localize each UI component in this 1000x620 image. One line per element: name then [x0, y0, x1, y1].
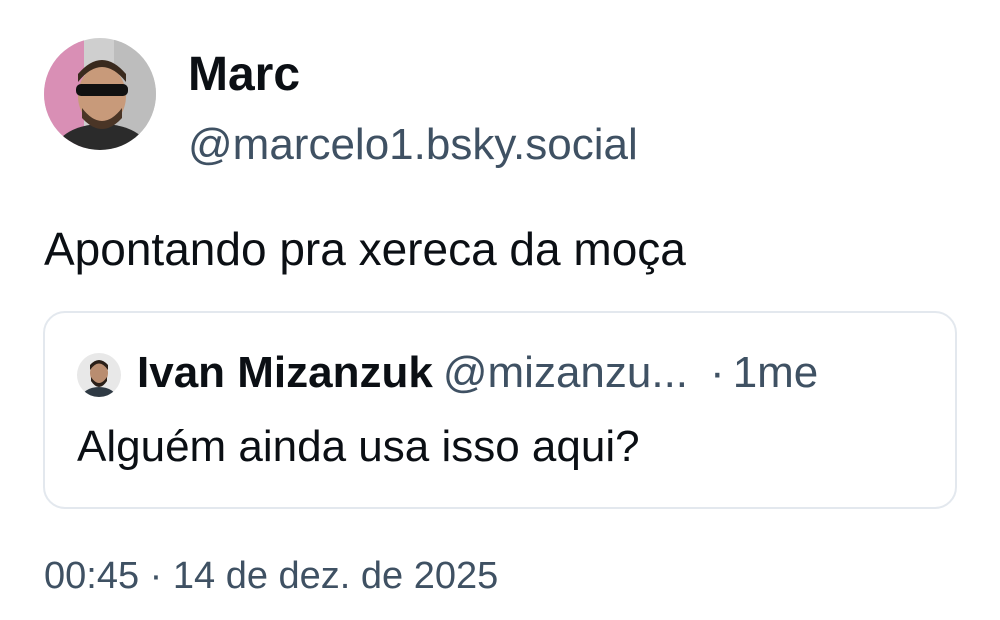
author-display-name[interactable]: Marc — [188, 47, 300, 103]
quoted-post-card[interactable]: Ivan Mizanzuk @mizanzu... · 1me Alguém aind… — [43, 311, 957, 509]
quote-text: Alguém ainda usa isso aqui? — [77, 422, 640, 471]
avatar-photo-icon — [77, 353, 121, 397]
quote-author-handle[interactable]: @mizanzu... — [443, 348, 688, 397]
quote-author-name[interactable]: Ivan Mizanzuk — [137, 348, 433, 397]
author-avatar[interactable] — [44, 38, 156, 150]
quote-author-avatar[interactable] — [77, 353, 121, 397]
quote-header: Ivan Mizanzuk @mizanzu... · 1me — [137, 345, 937, 401]
author-handle[interactable]: @marcelo1.bsky.social — [188, 118, 638, 172]
post-card: Marc @marcelo1.bsky.social Apontando pra… — [0, 0, 1000, 620]
post-timestamp: 00:45 · 14 de dez. de 2025 — [44, 555, 499, 597]
quote-separator: · — [710, 348, 725, 397]
post-text: Apontando pra xereca da moça — [44, 223, 686, 275]
quote-time[interactable]: 1me — [733, 348, 819, 397]
avatar-photo-icon — [44, 38, 156, 150]
